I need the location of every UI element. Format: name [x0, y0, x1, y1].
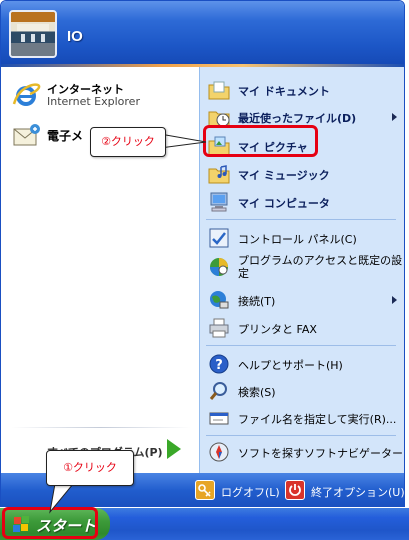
menu-item-run[interactable]: ファイル名を指定して実行(R)...: [206, 405, 401, 431]
menu-item-label: マイ コンピュータ: [238, 197, 330, 210]
my-documents-folder-icon: [208, 81, 230, 100]
connect-icon: [210, 291, 229, 309]
menu-separator: [206, 345, 396, 346]
menu-item-label: マイ ドキュメント: [238, 85, 330, 98]
search-icon: [209, 382, 227, 400]
start-menu-header: [1, 1, 404, 66]
printer-icon: [209, 318, 229, 338]
control-panel-icon: [209, 228, 229, 248]
menu-item-label: 最近使ったファイル(D): [238, 112, 357, 125]
svg-text:?: ?: [215, 358, 223, 373]
menu-item-my-computer[interactable]: マイ コンピュータ: [206, 189, 401, 215]
menu-item-soft-navigator[interactable]: ソフトを探すソフトナビゲーター: [206, 439, 403, 465]
submenu-arrow-icon: [392, 296, 397, 304]
menu-item-label: コントロール パネル(C): [238, 233, 357, 246]
menu-separator: [206, 435, 396, 436]
user-avatar[interactable]: [9, 10, 57, 58]
menu-item-control-panel[interactable]: コントロール パネル(C): [206, 225, 401, 251]
menu-item-label: マイ ミュージック: [238, 169, 330, 182]
logoff-key-icon: [195, 480, 215, 500]
callout-step-2: ②クリック: [90, 127, 166, 157]
menu-item-label: ソフトを探すソフトナビゲーター: [238, 447, 403, 460]
all-programs-arrow-icon: [167, 439, 181, 459]
callout-2-pointer-icon: [160, 133, 207, 149]
callout-step-1: ①クリック: [46, 450, 134, 486]
program-access-icon: [210, 258, 228, 276]
pinned-item-subtitle: Internet Explorer: [47, 95, 140, 108]
shutdown-label: 終了オプション(U): [311, 486, 405, 499]
user-name: IO: [67, 28, 83, 45]
highlight-my-pictures: [203, 125, 318, 157]
pinned-item-title: 電子メ: [47, 129, 84, 143]
menu-item-label: ヘルプとサポート(H): [238, 359, 343, 372]
menu-item-label: 接続(T): [238, 295, 276, 308]
left-column-separator: [11, 427, 191, 428]
menu-item-label: プログラムのアクセスと既定の設 定: [238, 254, 402, 280]
menu-item-printers-fax[interactable]: プリンタと FAX: [206, 315, 401, 341]
help-icon: ?: [209, 354, 229, 374]
logoff-label: ログオフ(L): [221, 486, 280, 499]
power-icon: [285, 480, 305, 500]
menu-item-label: ファイル名を指定して実行(R)...: [238, 413, 397, 426]
submenu-arrow-icon: [392, 113, 397, 121]
start-menu: IO インターネット Internet Explorer 電子メ すべてのプ: [0, 0, 405, 507]
menu-item-help-support[interactable]: ? ヘルプとサポート(H): [206, 351, 401, 377]
my-music-folder-icon: [208, 165, 230, 184]
menu-item-label-line1: プログラムのアクセスと既定の設: [238, 254, 403, 267]
email-icon: [13, 124, 40, 146]
soft-navigator-icon: [209, 442, 229, 462]
pinned-item-internet[interactable]: インターネット Internet Explorer: [9, 77, 197, 115]
my-computer-icon: [210, 192, 228, 212]
internet-explorer-icon: [12, 83, 41, 106]
menu-item-my-documents[interactable]: マイ ドキュメント: [206, 77, 401, 103]
menu-item-search[interactable]: 検索(S): [206, 378, 401, 404]
menu-item-label-line2: 定: [238, 267, 249, 280]
menu-item-program-access[interactable]: プログラムのアクセスと既定の設 定: [206, 253, 402, 285]
menu-item-label: 検索(S): [238, 386, 276, 399]
menu-item-label: プリンタと FAX: [238, 323, 317, 336]
menu-item-my-music[interactable]: マイ ミュージック: [206, 161, 401, 187]
menu-separator: [206, 219, 396, 220]
run-icon: [209, 412, 229, 425]
menu-item-connect[interactable]: 接続(T): [206, 287, 401, 313]
avatar-picture-icon: [11, 12, 55, 56]
